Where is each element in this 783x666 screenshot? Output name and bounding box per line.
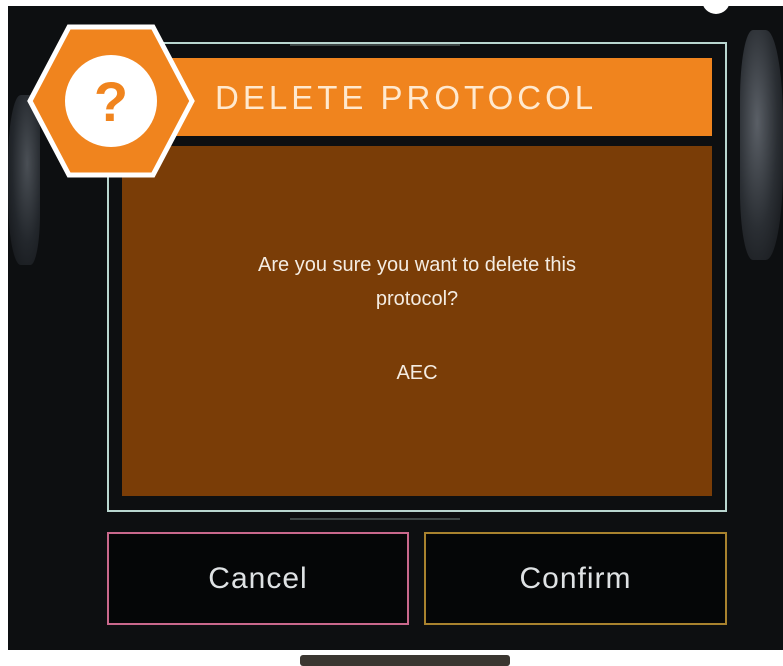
background-figure-right	[740, 30, 783, 260]
question-glyph: ?	[94, 70, 128, 133]
message-line-2: protocol?	[375, 288, 459, 310]
background-edge	[0, 6, 8, 666]
dialog-title: DELETE PROTOCOL	[215, 79, 598, 116]
dialog-content	[122, 146, 712, 496]
dialog-message: Are you sure you want to delete this pro…	[122, 248, 712, 316]
question-icon: ?	[27, 24, 195, 178]
frame-decoration-top	[290, 44, 460, 46]
cancel-button-label: Cancel	[208, 561, 308, 595]
frame-decoration-bottom	[290, 518, 460, 520]
message-line-1: Are you sure you want to delete this	[258, 254, 576, 276]
cancel-button[interactable]: Cancel	[107, 532, 409, 625]
background-top	[0, 0, 783, 6]
protocol-name: AEC	[396, 362, 438, 384]
confirm-button-label: Confirm	[519, 561, 632, 595]
background-bottom-bar	[300, 655, 510, 666]
background-indicator	[702, 0, 730, 14]
confirm-button[interactable]: Confirm	[424, 532, 727, 625]
